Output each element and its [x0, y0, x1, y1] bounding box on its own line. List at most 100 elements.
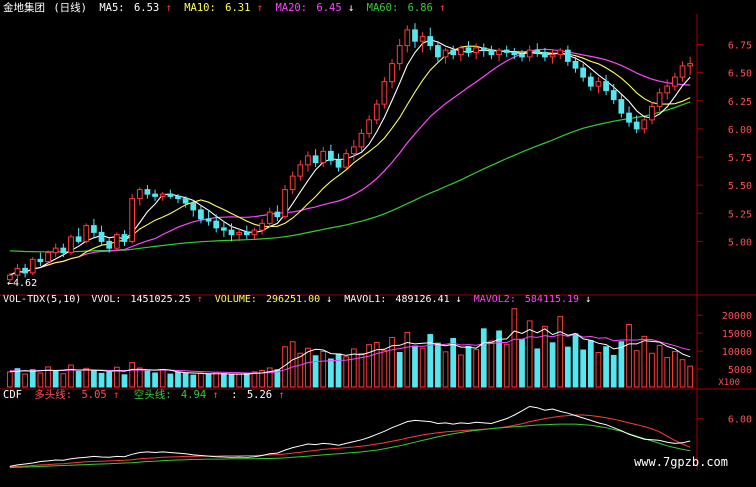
price-grid: [697, 44, 703, 242]
ma60-arrow: ↑: [439, 2, 445, 14]
volume-bar: [672, 350, 678, 388]
cdf-indicator: CDF: [3, 389, 22, 401]
ma10-label: MA10:: [184, 2, 216, 14]
short-line-value: 4.94: [181, 389, 206, 401]
volume-bar: [190, 374, 197, 388]
candle-body: [152, 193, 158, 197]
volume-bar: [328, 358, 334, 388]
long-line-label: 多头线:: [34, 388, 72, 401]
volume-bar: [343, 356, 350, 388]
volume-bar: [419, 347, 426, 388]
candle-body: [534, 49, 541, 53]
vvol-label: VVOL:: [91, 294, 121, 305]
candle-body: [610, 90, 617, 101]
candle-body: [266, 211, 273, 224]
volume-bar: [587, 340, 594, 388]
volume-label: VOLUME:: [215, 294, 257, 305]
chart-frame: [0, 14, 756, 470]
volume-bar: [198, 372, 204, 388]
mavol2-arrow: ↓: [585, 294, 591, 305]
third-line-arrow: ↑: [278, 389, 284, 401]
candle-body: [587, 76, 594, 87]
price-tick-label: 5.75: [728, 153, 752, 164]
volume-bar: [412, 345, 418, 388]
candle-body: [526, 49, 533, 58]
candle-body: [320, 150, 327, 164]
volume-bar: [656, 344, 663, 388]
candle-body: [381, 81, 388, 105]
volume-bar: [595, 352, 602, 388]
candle-body: [427, 36, 434, 47]
candle-body: [656, 92, 663, 107]
short-line-label: 空头线:: [134, 388, 172, 401]
candle-body: [404, 29, 411, 47]
volume-bar: [335, 353, 342, 388]
candle-body: [52, 247, 59, 254]
candle-body: [274, 211, 281, 218]
cdf-tick-label: 6.00: [728, 415, 752, 426]
volume-bar: [251, 371, 258, 388]
volume-bar: [511, 308, 518, 388]
volume-bar: [320, 350, 327, 388]
volume-bar: [167, 373, 174, 388]
volume-arrow: ↓: [326, 294, 332, 305]
candle-body: [649, 105, 655, 121]
candle-body: [389, 63, 395, 83]
candle-body: [618, 99, 625, 114]
volume-bar: [450, 338, 457, 388]
long-line-value: 5.05: [81, 389, 106, 401]
mavol1-value: 489126.41: [395, 294, 449, 305]
volume-bar: [236, 373, 243, 388]
candle-body: [672, 76, 678, 87]
volume-bar: [228, 374, 235, 388]
volume-bars: [6, 308, 694, 388]
volume-header: VOL-TDX(5,10) VVOL: 1451025.25 ↑ VOLUME:…: [3, 294, 591, 305]
volume-bar: [381, 349, 388, 388]
volume-bar: [564, 346, 571, 388]
candle-body: [22, 267, 28, 274]
volume-bar: [175, 371, 181, 388]
volume-axis-ticks: 20000 15000 10000 5000 X100: [697, 311, 752, 388]
candle-body: [488, 49, 495, 56]
price-tick-label: 6.25: [728, 97, 752, 108]
ma5-value: 6.53: [134, 2, 159, 14]
volume-bar: [106, 371, 113, 388]
cdf-lines: [9, 405, 691, 469]
volume-bar: [641, 335, 648, 388]
price-tick-label: 5.50: [728, 181, 752, 192]
short-line-arrow: ↑: [213, 389, 219, 401]
volume-bar: [687, 365, 694, 388]
candle-body: [205, 218, 212, 222]
candle-body: [297, 164, 304, 177]
candle-body: [542, 51, 548, 58]
candle-body: [328, 150, 334, 161]
volume-bar: [37, 372, 44, 388]
candle-body: [595, 81, 602, 87]
long-line-arrow: ↑: [113, 389, 119, 401]
volume-bar: [480, 328, 487, 388]
volume-bar: [664, 357, 671, 388]
candle-body: [243, 231, 250, 236]
price-header: 金地集团 (日线) MA5: 6.53 ↑ MA10: 6.31 ↑ MA20:…: [3, 1, 446, 14]
volume-bar: [266, 367, 273, 388]
volume-bar: [557, 316, 564, 388]
candle-body: [366, 119, 372, 134]
stock-name: 金地集团: [3, 1, 45, 14]
ma5-arrow: ↑: [166, 2, 172, 14]
volume-bar: [312, 355, 319, 388]
volume-bar: [519, 339, 525, 388]
moving-average-lines: [9, 39, 691, 276]
candle-body: [519, 54, 525, 58]
price-tick-label: 5.00: [728, 237, 752, 248]
mavol1-arrow: ↓: [456, 294, 462, 305]
candle-body: [60, 247, 67, 254]
ma20-label: MA20:: [275, 2, 307, 14]
volume-bar: [98, 372, 105, 388]
volume-bar: [358, 353, 365, 388]
candle-body: [626, 112, 632, 123]
candle-body: [450, 49, 457, 56]
volume-bar: [68, 364, 74, 388]
volume-bar: [457, 354, 464, 388]
volume-bar: [633, 350, 640, 388]
volume-bar: [52, 370, 59, 388]
